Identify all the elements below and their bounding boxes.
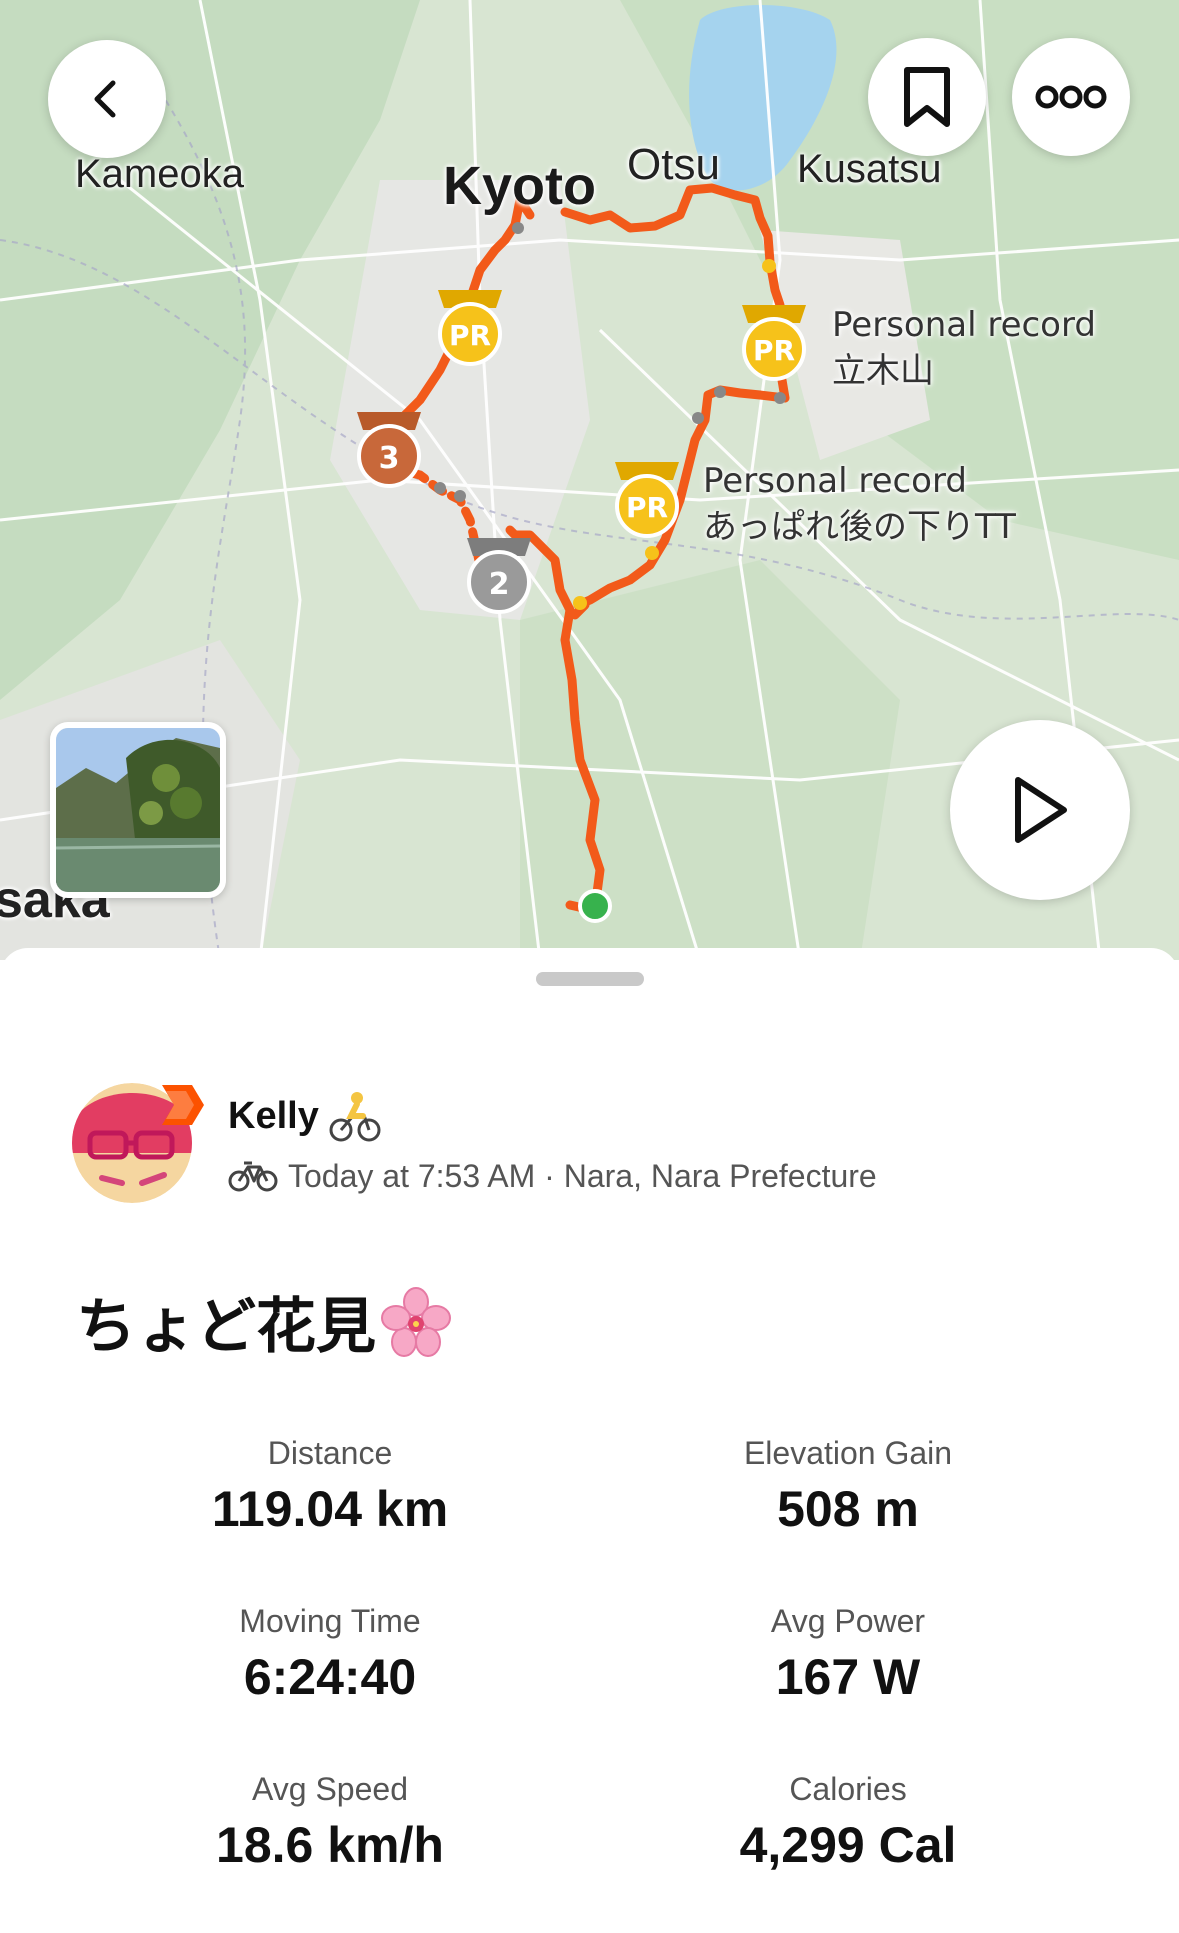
stat-value: 4,299 Cal	[739, 1817, 957, 1873]
pr-medal-icon: PR	[742, 305, 806, 381]
activity-details-sheet[interactable]: Kelly Today at 7:53 AM · Nara, Nara Pref…	[0, 948, 1179, 1933]
stat-value: 508 m	[777, 1481, 919, 1537]
subscriber-badge-icon	[162, 1085, 204, 1125]
stat-calories: Calories 4,299 Cal	[588, 1771, 1108, 1874]
achievement-label: Personal record あっぱれ後の下りTT	[703, 458, 1016, 550]
stat-elevation-gain: Elevation Gain 508 m	[588, 1435, 1108, 1538]
achievement-segment: あっぱれ後の下りTT	[703, 507, 1016, 547]
activity-meta-text: Today at 7:53 AM · Nara, Nara Prefecture	[288, 1157, 877, 1194]
stat-label: Distance	[267, 1435, 393, 1471]
stat-value: 119.04 km	[211, 1481, 449, 1537]
play-icon	[1015, 777, 1067, 843]
bookmark-icon	[904, 67, 950, 127]
svg-text:PR: PR	[753, 334, 795, 367]
second-place-medal-icon: 2	[467, 538, 531, 614]
athlete-header[interactable]: Kelly Today at 7:53 AM · Nara, Nara Pref…	[72, 1083, 1072, 1213]
pr-medal-icon: PR	[438, 290, 502, 366]
stat-label: Calories	[789, 1771, 907, 1807]
map-label-kameoka: Kameoka	[75, 152, 244, 196]
stat-moving-time: Moving Time 6:24:40	[70, 1603, 590, 1706]
achievement-label: Personal record 立木山	[832, 302, 1096, 394]
activity-meta: Today at 7:53 AM · Nara, Nara Prefecture	[228, 1151, 877, 1201]
stat-label: Avg Power	[770, 1603, 926, 1639]
activity-title: ちょど花見	[76, 1278, 452, 1365]
stat-value: 167 W	[775, 1649, 921, 1705]
play-flyover-button[interactable]	[950, 720, 1130, 900]
activity-title-text: ちょど花見	[76, 1292, 376, 1362]
svg-text:PR: PR	[449, 319, 491, 352]
map-label-kyoto: Kyoto	[443, 156, 596, 216]
stat-label: Avg Speed	[252, 1771, 408, 1807]
achievement-title: Personal record	[703, 461, 967, 501]
achievement-segment: 立木山	[832, 351, 934, 391]
cherry-blossom-icon	[381, 1286, 451, 1357]
athlete-name[interactable]: Kelly	[228, 1095, 319, 1138]
pr-medal-icon: PR	[615, 462, 679, 538]
back-button[interactable]	[48, 40, 166, 158]
map-label-otsu: Otsu	[627, 140, 720, 189]
third-place-medal-icon: 3	[357, 412, 421, 488]
more-options-button[interactable]	[1012, 38, 1130, 156]
more-dots-icon	[1035, 85, 1107, 109]
route-map[interactable]: PR PR PR 3 2 Kameoka Kyoto Otsu Kusatsu …	[0, 0, 1179, 960]
cyclist-emoji-icon	[327, 1088, 383, 1144]
stat-distance: Distance 119.04 km	[70, 1435, 590, 1538]
bike-icon	[228, 1161, 278, 1192]
svg-text:PR: PR	[626, 491, 668, 524]
stat-value: 6:24:40	[243, 1649, 417, 1705]
svg-text:2: 2	[489, 567, 510, 602]
photo-image	[56, 728, 220, 892]
sheet-drag-handle[interactable]	[536, 972, 644, 986]
stat-label: Moving Time	[239, 1603, 421, 1639]
svg-text:3: 3	[379, 441, 400, 476]
stat-label: Elevation Gain	[743, 1435, 953, 1471]
bookmark-button[interactable]	[868, 38, 986, 156]
start-marker	[578, 889, 612, 923]
chevron-left-icon	[94, 80, 116, 118]
stat-avg-power: Avg Power 167 W	[588, 1603, 1108, 1706]
stat-value: 18.6 km/h	[216, 1817, 444, 1873]
activity-photo-thumbnail[interactable]	[50, 722, 226, 898]
achievement-title: Personal record	[832, 305, 1096, 345]
stat-avg-speed: Avg Speed 18.6 km/h	[70, 1771, 590, 1874]
